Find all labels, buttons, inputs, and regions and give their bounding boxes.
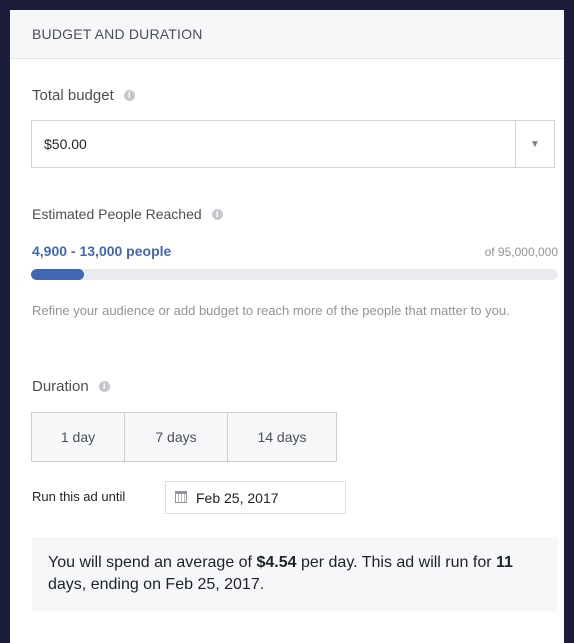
budget-duration-panel: BUDGET AND DURATION Total budget i $50.0… [10, 10, 564, 643]
reach-progress-bar [31, 269, 558, 280]
chevron-down-icon[interactable]: ▼ [515, 121, 554, 167]
duration-label: Duration [32, 378, 89, 395]
end-date-value[interactable]: Feb 25, 2017 [196, 490, 279, 506]
info-icon[interactable]: i [123, 90, 135, 101]
reach-total: of 95,000,000 [484, 245, 558, 259]
section-header: BUDGET AND DURATION [10, 10, 564, 59]
estimated-reach-label-row: Estimated People Reached i [32, 206, 223, 222]
total-budget-value[interactable]: $50.00 [32, 136, 515, 152]
summary-prefix: You will spend an average of [48, 554, 257, 571]
info-icon[interactable]: i [98, 381, 110, 392]
calendar-icon [175, 490, 187, 503]
run-days-count: 11 [496, 554, 513, 571]
info-icon[interactable]: i [211, 208, 223, 220]
reach-progress-fill [31, 269, 84, 280]
duration-14-days-button[interactable]: 14 days [228, 413, 336, 461]
section-title: BUDGET AND DURATION [32, 26, 203, 42]
duration-7-days-button[interactable]: 7 days [125, 413, 228, 461]
reach-range: 4,900 - 13,000 people [32, 243, 172, 259]
duration-1-day-button[interactable]: 1 day [32, 413, 125, 461]
spend-summary: You will spend an average of $4.54 per d… [32, 537, 558, 611]
estimated-reach-label: Estimated People Reached [32, 206, 202, 222]
daily-spend-amount: $4.54 [256, 554, 297, 571]
duration-label-row: Duration i [32, 378, 110, 395]
summary-middle: per day. This ad will run for [296, 554, 496, 571]
total-budget-select[interactable]: $50.00 ▼ [31, 120, 555, 168]
total-budget-label-row: Total budget i [32, 87, 135, 104]
total-budget-label: Total budget [32, 87, 114, 104]
summary-suffix: days, ending on Feb 25, 2017. [48, 576, 265, 593]
run-until-label: Run this ad until [32, 489, 126, 504]
reach-note: Refine your audience or add budget to re… [32, 303, 510, 318]
end-date-field[interactable]: Feb 25, 2017 [165, 481, 346, 514]
duration-options: 1 day 7 days 14 days [31, 412, 337, 462]
